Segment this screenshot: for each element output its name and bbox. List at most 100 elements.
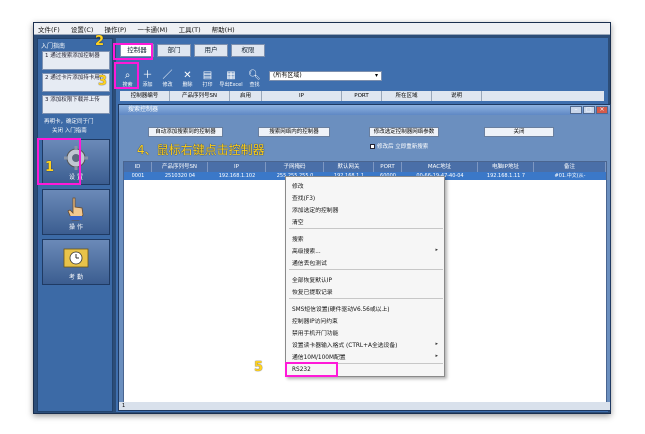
col-header[interactable]: 说明 — [432, 91, 482, 101]
step-number: 3 — [45, 97, 49, 103]
chevron-down-icon: ▾ — [374, 72, 378, 79]
edit-button[interactable]: ／修改 — [158, 70, 177, 88]
delete-button[interactable]: ✕ 删除 — [178, 70, 197, 88]
guide-step-3[interactable]: 3 添加权限下载并上传 — [42, 95, 110, 114]
export-label: 导出Excel — [219, 82, 243, 88]
attendance-button[interactable]: 考 勤 — [42, 239, 110, 285]
tab-user[interactable]: 用户 — [194, 44, 228, 57]
submenu-arrow-icon: ▸ — [435, 341, 438, 347]
col-header[interactable]: 产品序列号SN — [170, 91, 230, 101]
menu-item-packet-test[interactable]: 通信丢包测试 — [292, 258, 327, 267]
menu-item-reset-ip[interactable]: 全部恢复默认IP — [292, 275, 332, 284]
pencil-icon: ／ — [162, 70, 173, 81]
col-header[interactable]: 启用 — [230, 91, 262, 101]
close-icon[interactable]: × — [596, 106, 608, 114]
grid-col-header[interactable]: 子网掩码 — [266, 162, 324, 172]
menu-item-add-selected[interactable]: 添加选定的控制器 — [292, 205, 338, 214]
find-button[interactable]: 🔍︎ 查找 — [245, 70, 264, 88]
grid-col-header[interactable]: 电脑IP地址 — [478, 162, 534, 172]
tab-permission[interactable]: 权限 — [231, 44, 265, 57]
clock-icon — [63, 248, 89, 268]
dialog-title: 搜索控制器 — [128, 106, 159, 113]
menu-item-advanced-search[interactable]: 高级搜索... — [292, 246, 321, 255]
menu-tools[interactable]: 工具(T) — [179, 24, 201, 34]
operate-button[interactable]: 操 作 — [42, 189, 110, 235]
menu-item-ip-restrict[interactable]: 控制器IP访问约束 — [292, 316, 338, 325]
grid-col-header[interactable]: IP — [208, 162, 266, 172]
magnifier-icon: 🔍︎ — [248, 70, 261, 81]
menu-operate[interactable]: 操作(P) — [104, 24, 126, 34]
research-checkbox[interactable]: 修改后 立即重新搜索 — [370, 142, 428, 150]
dialog-title-bar: 搜索控制器 – □ × — [119, 105, 610, 115]
annotation-1: 1 — [45, 160, 55, 175]
operate-label: 操 作 — [69, 224, 83, 231]
find-label: 查找 — [249, 82, 260, 88]
menu-bar: 文件(F) 设置(C) 操作(P) 一卡通(M) 工具(T) 帮助(H) — [34, 23, 610, 35]
menu-help[interactable]: 帮助(H) — [212, 24, 235, 34]
minimize-icon[interactable]: – — [570, 106, 582, 114]
col-header[interactable]: 所在区域 — [382, 91, 432, 101]
print-button[interactable]: ▤ 打印 — [198, 70, 217, 88]
grid-col-header[interactable]: PORT — [374, 162, 402, 172]
grid-col-header[interactable]: MAC地址 — [402, 162, 478, 172]
edit-label: 修改 — [162, 82, 173, 88]
col-header[interactable]: 控制器编号 — [120, 91, 170, 101]
export-excel-button[interactable]: ▦ 导出Excel — [218, 70, 244, 88]
menu-file[interactable]: 文件(F) — [38, 24, 60, 34]
submenu-arrow-icon: ▸ — [435, 247, 438, 253]
menu-settings[interactable]: 设置(C) — [71, 24, 94, 34]
grid-col-header[interactable]: 默认网关 — [324, 162, 374, 172]
menu-item-restore-records[interactable]: 恢复已提取记录 — [292, 287, 333, 296]
annotation-2: 2 — [95, 34, 105, 49]
step-number: 1 — [45, 53, 49, 59]
menu-separator — [289, 269, 443, 270]
cell-sn: 2510320 04 — [164, 173, 196, 179]
guide-step-1[interactable]: 1 通过搜索添加控制器 — [42, 51, 110, 70]
tab-department[interactable]: 部门 — [157, 44, 191, 57]
print-label: 打印 — [202, 82, 213, 88]
menu-item-search[interactable]: 搜索 — [292, 234, 304, 243]
checkbox-icon — [370, 144, 375, 149]
menu-item-sms[interactable]: SMS短信设置(硬件驱动V6.56或以上) — [292, 304, 390, 313]
cell-id: 0001 — [131, 173, 145, 179]
x-icon: ✕ — [183, 70, 192, 81]
menu-item-disable-mobile[interactable]: 禁用手机开门功能 — [292, 328, 338, 337]
grid-col-header[interactable]: 产品序列号SN — [152, 162, 208, 172]
annotation-4: 4、鼠标右键点击控制器 — [137, 143, 265, 157]
menu-item-find[interactable]: 查找(F3) — [292, 193, 315, 202]
col-header[interactable]: PORT — [342, 91, 382, 101]
add-label: 添加 — [142, 82, 153, 88]
step-number: 2 — [45, 75, 49, 81]
grid-col-header[interactable]: ID — [124, 162, 152, 172]
col-header[interactable]: IP — [262, 91, 342, 101]
highlight-search — [114, 62, 139, 89]
highlight-rs232 — [285, 362, 338, 377]
checkbox-label: 修改后 立即重新搜索 — [377, 144, 429, 150]
hand-icon — [67, 197, 84, 221]
step-text: 通过搜索添加控制器 — [50, 53, 100, 59]
area-select[interactable]: (所有区域) ▾ — [269, 71, 382, 81]
annotation-3: 3 — [98, 74, 108, 89]
menu-separator — [289, 298, 443, 299]
add-button[interactable]: ＋添加 — [138, 70, 157, 88]
grid-col-header[interactable]: 备注 — [534, 162, 606, 172]
close-button[interactable]: 关闭 — [484, 127, 554, 137]
excel-icon: ▦ — [226, 70, 236, 81]
auto-add-button[interactable]: 自动添加搜索到的控制器 — [148, 127, 223, 137]
close-guide-link[interactable]: 关闭 入门指南 — [52, 126, 87, 134]
cell-ip: 192.168.1.102 — [218, 173, 256, 179]
menu-item-modify[interactable]: 修改 — [292, 181, 304, 190]
submenu-arrow-icon: ▸ — [435, 353, 438, 359]
window-controls: – □ × — [569, 106, 608, 114]
search-network-button[interactable]: 搜索网络内的控制器 — [258, 127, 330, 137]
menu-separator — [289, 228, 443, 229]
menu-item-reader-format[interactable]: 设置读卡器输入格式 (CTRL+A全选设备) — [292, 340, 397, 349]
printer-icon: ▤ — [202, 70, 213, 81]
menu-item-clear[interactable]: 清空 — [292, 217, 304, 226]
maximize-icon[interactable]: □ — [583, 106, 595, 114]
modify-ip-button[interactable]: 修改选定控制器网络参数 — [369, 127, 439, 137]
guide-note: 再明卡，确定同于门 — [44, 119, 94, 125]
context-menu: 修改 查找(F3) 添加选定的控制器 清空 搜索 高级搜索... ▸ 通信丢包测… — [285, 176, 445, 377]
menu-card[interactable]: 一卡通(M) — [137, 24, 167, 34]
menu-item-network-speed[interactable]: 通信10M/100M配置 — [292, 352, 346, 361]
